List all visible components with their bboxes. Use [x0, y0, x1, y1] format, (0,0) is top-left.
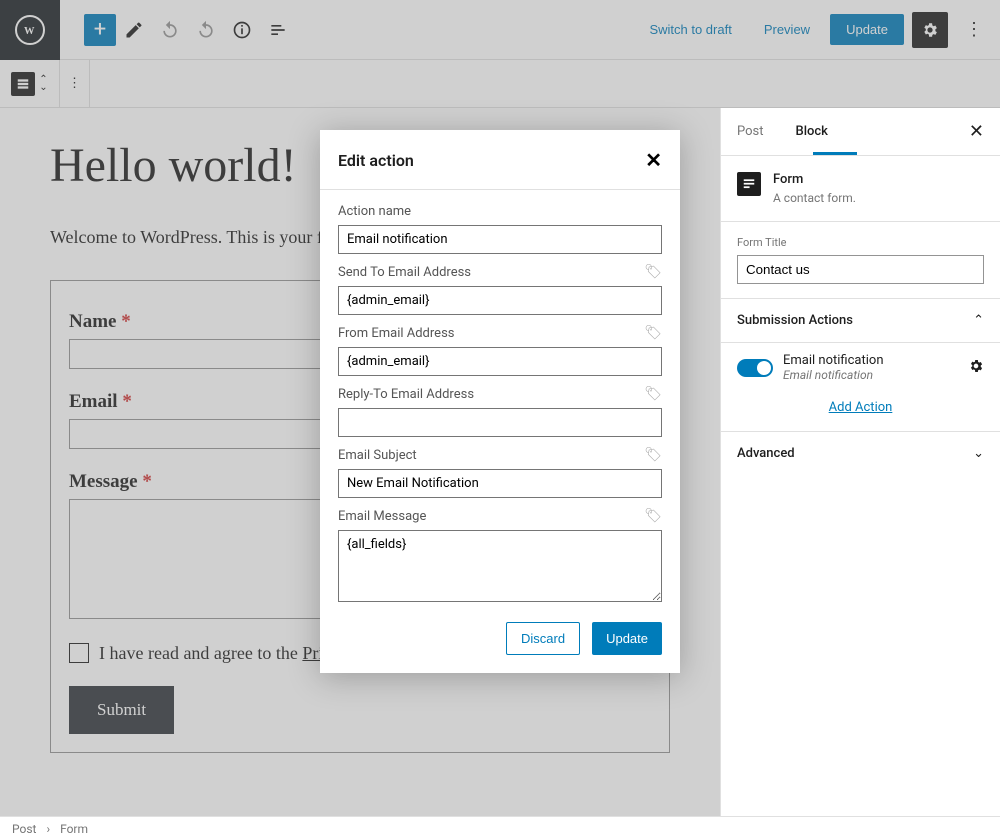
email-notification-action-row: Email notification Email notification: [721, 343, 1000, 392]
send-to-field-label: Send To Email Address🏷: [338, 264, 662, 280]
list-icon: [268, 20, 288, 40]
tag-icon[interactable]: 🏷: [644, 447, 662, 463]
edit-mode-button[interactable]: [116, 12, 152, 48]
modal-update-button[interactable]: Update: [592, 622, 662, 655]
form-title-section: Form Title: [721, 222, 1000, 299]
action-toggle[interactable]: [737, 359, 773, 377]
add-action-link[interactable]: Add Action: [829, 400, 893, 415]
subject-field-label: Email Subject🏷: [338, 447, 662, 463]
discard-button[interactable]: Discard: [506, 622, 580, 655]
publish-update-button[interactable]: Update: [830, 14, 904, 45]
sidebar-tabs: Post Block ✕: [721, 108, 1000, 156]
submission-actions-label: Submission Actions: [737, 313, 853, 328]
switch-to-draft-button[interactable]: Switch to draft: [637, 14, 743, 45]
block-options-button[interactable]: ⋮: [60, 60, 90, 108]
action-name-label: Email notification: [783, 353, 884, 368]
message-textarea[interactable]: {all_fields}: [338, 530, 662, 602]
modal-header: Edit action ✕: [320, 130, 680, 190]
pencil-icon: [124, 20, 144, 40]
close-sidebar-button[interactable]: ✕: [953, 109, 1000, 154]
advanced-accordion[interactable]: Advanced ⌄: [721, 432, 1000, 475]
tag-icon[interactable]: 🏷: [644, 386, 662, 402]
form-title-label: Form Title: [737, 236, 984, 249]
undo-icon: [160, 20, 180, 40]
block-navigation-button[interactable]: ⌃ ⌄: [0, 60, 60, 108]
submission-actions-accordion[interactable]: Submission Actions ⌃: [721, 299, 1000, 343]
close-icon: ✕: [645, 150, 662, 172]
svg-text:W: W: [24, 25, 35, 36]
settings-toggle-button[interactable]: [912, 12, 948, 48]
chevron-up-icon: ⌃: [973, 313, 984, 328]
message-field-label: Email Message🏷: [338, 508, 662, 524]
modal-body: Action name Send To Email Address🏷 From …: [320, 190, 680, 673]
add-action-row: Add Action: [721, 392, 1000, 432]
more-options-button[interactable]: ⋮: [956, 12, 992, 48]
chevron-down-icon: ⌄: [39, 84, 47, 92]
tab-block[interactable]: Block: [780, 110, 844, 153]
edit-action-modal: Edit action ✕ Action name Send To Email …: [320, 130, 680, 673]
kebab-icon: ⋮: [68, 76, 81, 91]
wordpress-icon: W: [15, 15, 45, 45]
chevron-down-icon: ⌄: [973, 446, 984, 461]
redo-icon: [196, 20, 216, 40]
block-desc-label: A contact form.: [773, 191, 856, 205]
move-arrows[interactable]: ⌃ ⌄: [39, 76, 47, 92]
form-title-input[interactable]: [737, 255, 984, 284]
subject-input[interactable]: [338, 469, 662, 498]
consent-checkbox[interactable]: [69, 643, 89, 663]
action-sub-label: Email notification: [783, 368, 884, 382]
tag-icon[interactable]: 🏷: [644, 325, 662, 341]
outline-button[interactable]: [260, 12, 296, 48]
modal-title: Edit action: [338, 151, 414, 170]
top-toolbar: W + Switch to draft Preview Update ⋮: [0, 0, 1000, 60]
block-icon: [11, 72, 35, 96]
tag-icon[interactable]: 🏷: [644, 508, 662, 524]
tag-icon[interactable]: 🏷: [644, 264, 662, 280]
breadcrumb-post[interactable]: Post: [12, 822, 36, 836]
info-button[interactable]: [224, 12, 260, 48]
breadcrumb-form[interactable]: Form: [60, 822, 88, 836]
modal-footer: Discard Update: [338, 606, 662, 655]
from-input[interactable]: [338, 347, 662, 376]
settings-sidebar: Post Block ✕ Form A contact form. Form T…: [720, 108, 1000, 816]
reply-to-input[interactable]: [338, 408, 662, 437]
block-info: Form A contact form.: [721, 156, 1000, 222]
breadcrumb: Post › Form: [0, 816, 1000, 840]
reply-to-field-label: Reply-To Email Address🏷: [338, 386, 662, 402]
redo-button[interactable]: [188, 12, 224, 48]
breadcrumb-separator-icon: ›: [46, 822, 50, 836]
advanced-label: Advanced: [737, 446, 795, 461]
wp-logo-button[interactable]: W: [0, 0, 60, 60]
secondary-toolbar: ⌃ ⌄ ⋮: [0, 60, 1000, 108]
action-name-field-label: Action name: [338, 204, 662, 219]
gear-icon: [921, 21, 939, 39]
edit-action-button[interactable]: [968, 358, 984, 378]
modal-close-button[interactable]: ✕: [645, 148, 662, 173]
preview-button[interactable]: Preview: [752, 14, 822, 45]
plus-icon: +: [94, 17, 106, 42]
send-to-input[interactable]: [338, 286, 662, 315]
add-block-button[interactable]: +: [84, 14, 116, 46]
close-icon: ✕: [969, 121, 984, 142]
tab-post[interactable]: Post: [721, 110, 780, 153]
action-name-input[interactable]: [338, 225, 662, 254]
form-block-icon: [737, 172, 761, 196]
undo-button[interactable]: [152, 12, 188, 48]
gear-icon: [968, 358, 984, 374]
form-submit-button[interactable]: Submit: [69, 686, 174, 734]
block-name-label: Form: [773, 172, 856, 187]
kebab-icon: ⋮: [965, 19, 983, 40]
from-field-label: From Email Address🏷: [338, 325, 662, 341]
info-icon: [232, 20, 252, 40]
